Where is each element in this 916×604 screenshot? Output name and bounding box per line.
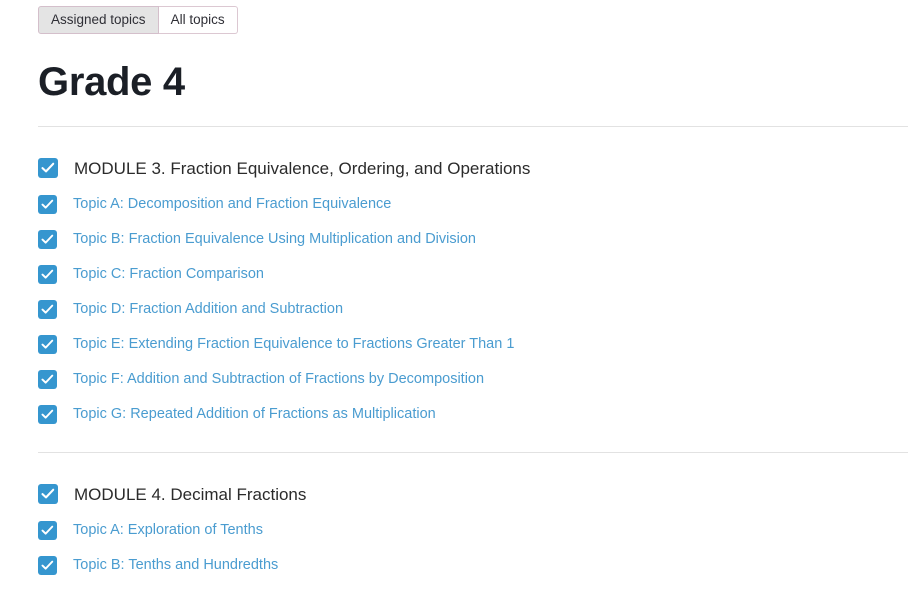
check-icon	[41, 488, 55, 499]
topic-row[interactable]: Topic C: Fraction Comparison	[38, 264, 916, 284]
topic-row[interactable]: Topic A: Exploration of Tenths	[38, 520, 916, 540]
check-icon	[41, 199, 54, 209]
divider-above-module-2	[38, 452, 908, 453]
topic-row[interactable]: Topic B: Tenths and Hundredths	[38, 555, 916, 575]
topic-checkbox[interactable]	[38, 194, 57, 214]
page-title: Grade 4	[38, 60, 185, 104]
tab-assigned-topics[interactable]: Assigned topics	[38, 6, 159, 34]
module-checkbox[interactable]	[38, 158, 58, 178]
topic-link[interactable]: Topic D: Fraction Addition and Subtracti…	[73, 302, 343, 317]
topic-link[interactable]: Topic G: Repeated Addition of Fractions …	[73, 407, 436, 422]
topic-link[interactable]: Topic A: Decomposition and Fraction Equi…	[73, 197, 391, 212]
module-block: MODULE 4. Decimal Fractions Topic A: Exp…	[38, 483, 916, 575]
check-icon	[41, 560, 54, 570]
topic-row[interactable]: Topic D: Fraction Addition and Subtracti…	[38, 299, 916, 319]
topic-checkbox[interactable]	[38, 404, 57, 424]
tab-assigned-topics-label: Assigned topics	[51, 11, 146, 27]
topic-checkbox[interactable]	[38, 334, 57, 354]
check-icon	[41, 339, 54, 349]
topic-row[interactable]: Topic G: Repeated Addition of Fractions …	[38, 404, 916, 424]
topic-row[interactable]: Topic A: Decomposition and Fraction Equi…	[38, 194, 916, 214]
check-icon	[41, 269, 54, 279]
topic-link[interactable]: Topic B: Tenths and Hundredths	[73, 558, 278, 573]
check-icon	[41, 162, 55, 173]
topic-row[interactable]: Topic E: Extending Fraction Equivalence …	[38, 334, 916, 354]
topic-link[interactable]: Topic C: Fraction Comparison	[73, 267, 264, 282]
check-icon	[41, 409, 54, 419]
module-block: MODULE 3. Fraction Equivalence, Ordering…	[38, 157, 916, 424]
topic-link[interactable]: Topic A: Exploration of Tenths	[73, 523, 263, 538]
check-icon	[41, 525, 54, 535]
topic-checkbox[interactable]	[38, 229, 57, 249]
topic-checkbox[interactable]	[38, 555, 57, 575]
divider-above-module-1	[38, 126, 908, 127]
topic-link[interactable]: Topic B: Fraction Equivalence Using Mult…	[73, 232, 476, 247]
topic-link[interactable]: Topic E: Extending Fraction Equivalence …	[73, 337, 514, 352]
module-title: MODULE 4. Decimal Fractions	[74, 484, 307, 504]
topics-page: Assigned topics All topics Grade 4 MODUL…	[0, 0, 916, 575]
tab-all-topics-label: All topics	[170, 11, 225, 27]
topic-row[interactable]: Topic B: Fraction Equivalence Using Mult…	[38, 229, 916, 249]
topic-checkbox[interactable]	[38, 369, 57, 389]
tab-all-topics[interactable]: All topics	[158, 6, 238, 34]
topic-checkbox[interactable]	[38, 299, 57, 319]
module-row[interactable]: MODULE 4. Decimal Fractions	[38, 483, 916, 505]
topic-link[interactable]: Topic F: Addition and Subtraction of Fra…	[73, 372, 484, 387]
topic-row[interactable]: Topic F: Addition and Subtraction of Fra…	[38, 369, 916, 389]
module-row[interactable]: MODULE 3. Fraction Equivalence, Ordering…	[38, 157, 916, 179]
topic-checkbox[interactable]	[38, 520, 57, 540]
module-title: MODULE 3. Fraction Equivalence, Ordering…	[74, 158, 531, 178]
check-icon	[41, 304, 54, 314]
topic-checkbox[interactable]	[38, 264, 57, 284]
check-icon	[41, 374, 54, 384]
topic-scope-tabs: Assigned topics All topics	[0, 0, 916, 34]
module-checkbox[interactable]	[38, 484, 58, 504]
check-icon	[41, 234, 54, 244]
